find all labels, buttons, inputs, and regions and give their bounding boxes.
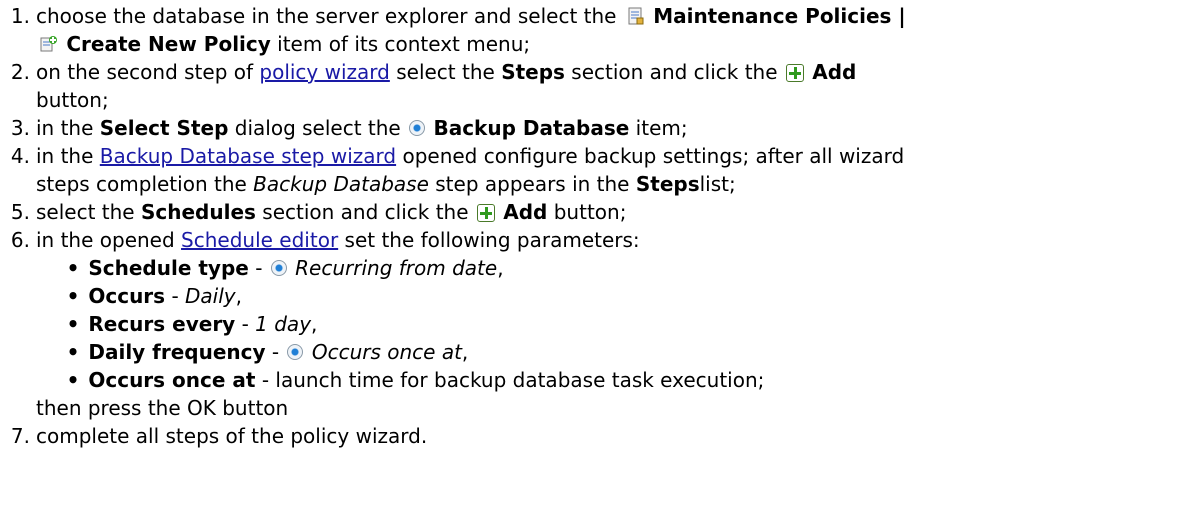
step-4-line-2: steps completion the Backup Database ste… (36, 170, 736, 198)
green-plus-icon (785, 64, 804, 82)
step-2-line-2: button; (36, 86, 109, 114)
step-number: 1. (10, 4, 30, 28)
bullet: • (66, 284, 80, 308)
steps-section-name: Steps (501, 60, 565, 84)
step-text: choose the database in the server explor… (36, 4, 617, 28)
create-policy-icon (38, 33, 58, 53)
step-text: select the (396, 60, 495, 84)
step-3-line-1: 3. in the Select Step dialog select the B… (0, 114, 688, 142)
step-number: 4. (10, 144, 30, 168)
param-value: Daily (185, 284, 236, 308)
backup-database-item-name: Backup Database (433, 116, 630, 140)
param-tail: , (235, 284, 242, 308)
param-value: Recurring from date (295, 256, 498, 280)
step-1-line-1: 1. choose the database in the server expl… (0, 2, 906, 30)
radio-selected-icon (270, 260, 287, 276)
menu-item-maintenance-policies: Maintenance Policies | (653, 4, 906, 28)
bullet: • (66, 368, 80, 392)
radio-selected-icon (409, 120, 426, 136)
step-7-line-1: 7. complete all steps of the policy wizar… (0, 422, 427, 450)
step-1-line-2: Create New Policy item of its context me… (36, 30, 530, 58)
document: 1. choose the database in the server expl… (0, 0, 1204, 527)
step-number: 7. (10, 424, 30, 448)
param-name: Daily frequency (88, 340, 266, 364)
step-number: 3. (10, 116, 30, 140)
step-2-line-1: 2. on the second step of policy wizard se… (0, 58, 856, 86)
param-occurs: • Occurs - Daily, (64, 282, 242, 310)
param-tail: , (497, 256, 504, 280)
step-text: in the (36, 144, 94, 168)
step-text: select the (36, 200, 135, 224)
param-name: Recurs every (88, 312, 236, 336)
schedule-editor-link[interactable]: Schedule editor (181, 228, 338, 252)
step-text: then press the OK button (36, 396, 289, 420)
param-separator: - (171, 284, 179, 308)
step-text: button; (36, 88, 109, 112)
step-6-after: then press the OK button (36, 394, 288, 422)
param-daily-frequency: • Daily frequency - Occurs once at, (64, 338, 469, 366)
step-text: complete all steps of the policy wizard. (36, 424, 428, 448)
backup-database-step-name: Backup Database (253, 172, 429, 196)
policy-wizard-link[interactable]: policy wizard (259, 60, 389, 84)
param-value: 1 day (255, 312, 312, 336)
step-text: steps completion the (36, 172, 247, 196)
step-text: set the following parameters: (344, 228, 640, 252)
step-text: item; (635, 116, 688, 140)
param-tail: , (461, 340, 469, 364)
bullet: • (66, 340, 80, 364)
step-text: section and click the (262, 200, 469, 224)
param-separator: - (261, 368, 270, 392)
add-button-name: Add (812, 60, 857, 84)
step-number: 2. (10, 60, 30, 84)
step-text: button; (553, 200, 627, 224)
backup-database-step-wizard-link[interactable]: Backup Database step wizard (100, 144, 396, 168)
step-6-line-1: 6. in the opened Schedule editor set the … (0, 226, 640, 254)
param-separator: - (241, 312, 249, 336)
step-text: section and click the (571, 60, 778, 84)
step-text: list; (699, 172, 736, 196)
step-text: step appears in the (435, 172, 630, 196)
bullet: • (66, 256, 80, 280)
step-4-line-1: 4. in the Backup Database step wizard ope… (0, 142, 904, 170)
green-plus-icon (476, 204, 495, 222)
step-text: on the second step of (36, 60, 254, 84)
select-step-dialog-name: Select Step (99, 116, 229, 140)
radio-selected-icon (287, 344, 304, 360)
step-number: 5. (10, 200, 30, 224)
param-name: Occurs (88, 284, 166, 308)
param-occurs-once-at: • Occurs once at - launch time for backu… (64, 366, 765, 394)
add-button-name: Add (503, 200, 548, 224)
param-separator: - (271, 340, 280, 364)
param-value: launch time for backup database task exe… (275, 368, 765, 392)
bullet: • (66, 312, 80, 336)
param-schedule-type: • Schedule type - Recurring from date, (64, 254, 504, 282)
step-5-line-1: 5. select the Schedules section and click… (0, 198, 627, 226)
param-name: Schedule type (88, 256, 249, 280)
step-number: 6. (10, 228, 30, 252)
step-text: item of its context menu; (277, 32, 531, 56)
param-name: Occurs once at (88, 368, 256, 392)
step-text: dialog select the (234, 116, 401, 140)
param-recurs-every: • Recurs every - 1 day, (64, 310, 318, 338)
schedules-section-name: Schedules (140, 200, 256, 224)
maintenance-policies-icon (625, 5, 645, 25)
param-value: Occurs once at (311, 340, 462, 364)
param-separator: - (255, 256, 263, 280)
menu-item-create-new-policy: Create New Policy (66, 32, 271, 56)
param-tail: , (311, 312, 318, 336)
steps-list-name: Steps (635, 172, 700, 196)
step-text: in the opened (36, 228, 175, 252)
step-text: in the (36, 116, 94, 140)
step-text: opened configure backup settings; after … (402, 144, 905, 168)
